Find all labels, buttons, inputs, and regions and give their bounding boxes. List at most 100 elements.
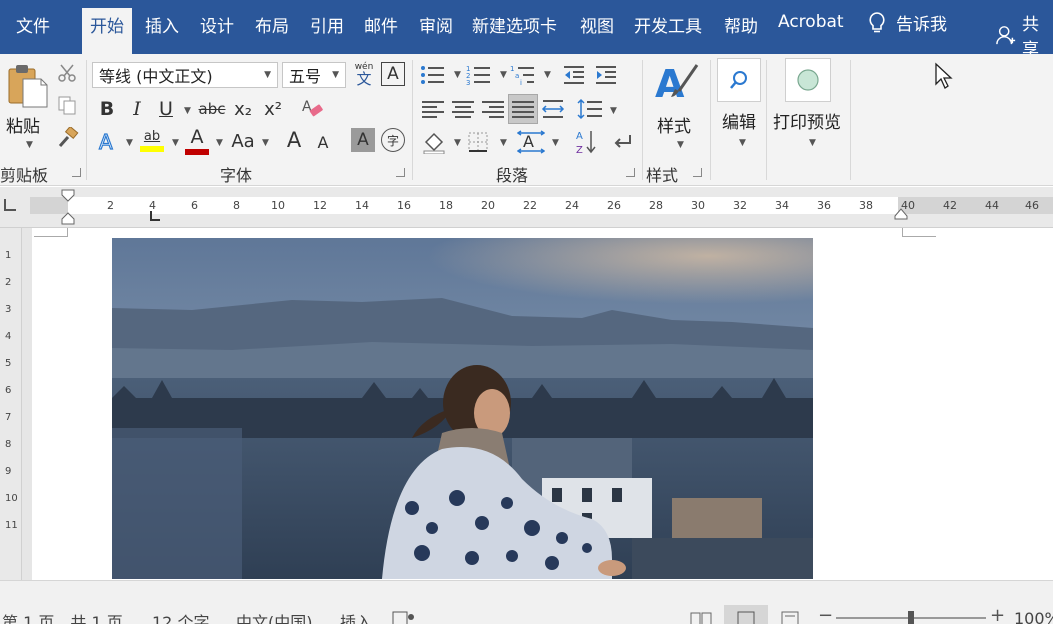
- print-preview-dropdown-icon[interactable]: ▼: [809, 138, 816, 148]
- clear-formatting-button[interactable]: A: [298, 96, 326, 122]
- svg-text:3: 3: [466, 79, 470, 86]
- page-count[interactable]: 第 1 页，共 1 页: [2, 609, 123, 624]
- horizontal-ruler[interactable]: 2 4 6 8 10 12 14 16 18 20 22 24 26 28 30…: [0, 187, 1053, 228]
- edit-button[interactable]: [717, 58, 761, 102]
- justify-button[interactable]: [508, 94, 538, 124]
- phonetic-guide-button[interactable]: wén 文: [351, 60, 377, 90]
- font-color-dropdown-icon[interactable]: ▼: [216, 138, 223, 148]
- font-launcher-icon[interactable]: [396, 168, 405, 177]
- format-painter-button[interactable]: [56, 126, 80, 150]
- insert-mode[interactable]: 插入: [340, 609, 372, 624]
- borders-button[interactable]: [464, 128, 492, 156]
- share-button[interactable]: 共享: [996, 10, 1053, 60]
- left-tab-stop-icon[interactable]: [150, 211, 160, 221]
- tab-insert[interactable]: 插入: [145, 12, 179, 37]
- paste-dropdown-icon[interactable]: ▼: [26, 140, 33, 150]
- macro-record-icon[interactable]: [392, 611, 414, 624]
- text-effects-button[interactable]: A: [94, 128, 120, 156]
- increase-indent-button[interactable]: [592, 62, 620, 88]
- styles-dropdown-icon[interactable]: ▼: [677, 140, 684, 150]
- align-center-button[interactable]: [450, 96, 476, 122]
- line-spacing-dropdown-icon[interactable]: ▼: [610, 106, 617, 116]
- strikethrough-button[interactable]: abc: [196, 96, 228, 122]
- line-spacing-button[interactable]: [576, 96, 604, 122]
- multilevel-list-button[interactable]: 1ai: [508, 62, 538, 88]
- paste-button[interactable]: [4, 60, 50, 110]
- align-left-button[interactable]: [420, 96, 446, 122]
- tab-home[interactable]: 开始: [82, 8, 132, 54]
- bullets-button[interactable]: [418, 62, 448, 88]
- grow-font-button[interactable]: A: [282, 126, 306, 154]
- chinese-layout-button[interactable]: A: [516, 128, 546, 156]
- zoom-out-icon[interactable]: −: [818, 607, 833, 624]
- svg-text:A: A: [655, 62, 685, 106]
- text-effects-dropdown-icon[interactable]: ▼: [126, 138, 133, 148]
- superscript-button[interactable]: x²: [260, 96, 286, 122]
- subscript-button[interactable]: x₂: [230, 96, 256, 122]
- print-preview-button[interactable]: [785, 58, 831, 102]
- chinese-layout-dropdown-icon[interactable]: ▼: [552, 138, 559, 148]
- clipboard-launcher-icon[interactable]: [72, 168, 81, 177]
- tab-design[interactable]: 设计: [200, 12, 234, 37]
- tab-references[interactable]: 引用: [310, 12, 344, 37]
- language-indicator[interactable]: 中文(中国): [236, 609, 313, 624]
- highlight-dropdown-icon[interactable]: ▼: [172, 138, 179, 148]
- font-color-button[interactable]: A: [184, 126, 210, 156]
- tell-me-box[interactable]: 告诉我: [868, 10, 947, 35]
- character-border-button[interactable]: A: [381, 62, 405, 86]
- change-case-button[interactable]: Aa: [228, 128, 258, 154]
- zoom-level[interactable]: 100%: [1014, 609, 1053, 624]
- enclose-characters-button[interactable]: 字: [381, 128, 405, 152]
- sort-button[interactable]: A Z: [574, 128, 598, 156]
- copy-button[interactable]: [56, 94, 78, 116]
- shading-dropdown-icon[interactable]: ▼: [454, 138, 461, 148]
- underline-button[interactable]: U: [154, 96, 178, 122]
- inserted-photo[interactable]: [112, 238, 813, 579]
- italic-button[interactable]: I: [124, 96, 150, 122]
- word-count[interactable]: 12 个字: [152, 609, 209, 624]
- shrink-font-button[interactable]: A: [312, 130, 334, 154]
- tab-selector-icon[interactable]: [4, 199, 16, 211]
- tab-mailings[interactable]: 邮件: [364, 12, 398, 37]
- character-shading-button[interactable]: A: [351, 128, 375, 152]
- highlight-button[interactable]: ab: [138, 126, 166, 156]
- bold-button[interactable]: B: [94, 96, 120, 122]
- vertical-ruler-label: 1: [5, 250, 12, 261]
- character-border-letter: A: [387, 64, 399, 84]
- read-mode-icon[interactable]: [690, 611, 712, 624]
- tab-file[interactable]: 文件: [16, 12, 50, 37]
- bullets-dropdown-icon[interactable]: ▼: [454, 70, 461, 80]
- underline-dropdown-icon[interactable]: ▼: [184, 106, 191, 116]
- change-case-dropdown-icon[interactable]: ▼: [262, 138, 269, 148]
- zoom-in-icon[interactable]: +: [990, 607, 1005, 624]
- tab-layout[interactable]: 布局: [255, 12, 289, 37]
- tab-developer[interactable]: 开发工具: [634, 12, 702, 37]
- zoom-slider-thumb[interactable]: [908, 611, 914, 624]
- shading-button[interactable]: [420, 128, 448, 156]
- font-size-select[interactable]: 五号 ▼: [282, 62, 346, 88]
- zoom-slider[interactable]: [836, 611, 986, 624]
- tab-view[interactable]: 视图: [580, 12, 614, 37]
- tab-help[interactable]: 帮助: [724, 12, 758, 37]
- align-right-button[interactable]: [480, 96, 506, 122]
- cut-button[interactable]: [56, 62, 78, 84]
- borders-dropdown-icon[interactable]: ▼: [500, 138, 507, 148]
- paragraph-launcher-icon[interactable]: [626, 168, 635, 177]
- multilevel-dropdown-icon[interactable]: ▼: [544, 70, 551, 80]
- print-layout-button[interactable]: [724, 605, 768, 624]
- tab-acrobat[interactable]: Acrobat: [778, 12, 844, 32]
- numbering-button[interactable]: 123: [464, 62, 494, 88]
- tab-new[interactable]: 新建选项卡: [472, 12, 557, 37]
- web-layout-icon[interactable]: [780, 611, 802, 624]
- styles-button[interactable]: A: [652, 60, 702, 108]
- edit-dropdown-icon[interactable]: ▼: [739, 138, 746, 148]
- vertical-ruler[interactable]: 1 2 3 4 5 6 7 8 9 10 11: [0, 228, 22, 580]
- decrease-indent-button[interactable]: [560, 62, 588, 88]
- first-line-indent-marker[interactable]: [61, 189, 75, 225]
- numbering-dropdown-icon[interactable]: ▼: [500, 70, 507, 80]
- styles-launcher-icon[interactable]: [693, 168, 702, 177]
- font-name-select[interactable]: 等线 (中文正文) ▼: [92, 62, 278, 88]
- distributed-button[interactable]: [540, 96, 566, 122]
- show-marks-button[interactable]: [610, 130, 636, 154]
- tab-review[interactable]: 审阅: [419, 12, 453, 37]
